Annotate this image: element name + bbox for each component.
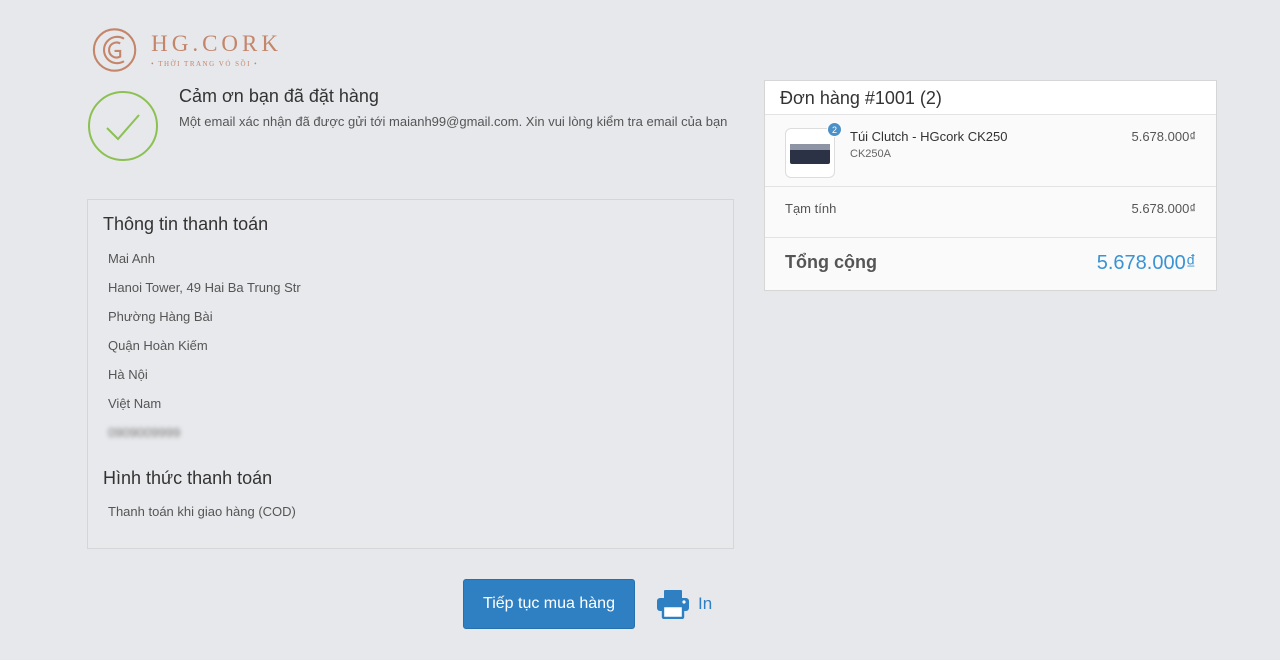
brand-logo[interactable]: HG.CORK • THỜI TRANG VỎ SỒI • [92, 26, 282, 74]
order-header: Đơn hàng #1001 (2) [765, 81, 1216, 115]
hg-logo-icon [92, 28, 137, 72]
subtotal-row: Tạm tính 5.678.000₫ [765, 187, 1216, 238]
order-summary-panel: Đơn hàng #1001 (2) 2 Túi Clutch - HGcork… [764, 80, 1217, 291]
print-label: In [698, 594, 713, 613]
clutch-bag-image [790, 144, 830, 164]
logo-name: HG.CORK [151, 31, 282, 56]
billing-phone: 0909009999 [108, 425, 181, 440]
billing-info-panel: Thông tin thanh toán Mai Anh Hanoi Tower… [87, 199, 734, 549]
order-title: Đơn hàng #1001 (2) [780, 88, 942, 108]
success-check-icon [88, 91, 158, 161]
subtotal-value: 5.678.000₫ [1131, 201, 1196, 216]
printer-icon [657, 590, 689, 619]
logo-tagline: • THỜI TRANG VỎ SỒI • [151, 60, 259, 68]
continue-shopping-button[interactable]: Tiếp tục mua hàng [463, 579, 635, 629]
payment-method-value: Thanh toán khi giao hàng (COD) [108, 504, 296, 519]
confirmation-message: Một email xác nhận đã được gửi tới maian… [179, 114, 728, 129]
total-label: Tổng cộng [785, 252, 877, 272]
billing-name: Mai Anh [108, 251, 155, 266]
thank-you-title: Cảm ơn bạn đã đặt hàng [179, 86, 379, 106]
product-name: Túi Clutch - HGcork CK250 [850, 129, 1008, 144]
product-thumbnail [785, 128, 835, 178]
subtotal-label: Tạm tính [785, 201, 837, 216]
order-item-row: 2 Túi Clutch - HGcork CK250 CK250A 5.678… [765, 115, 1216, 187]
product-variant: CK250A [850, 148, 891, 160]
payment-method-title: Hình thức thanh toán [103, 468, 273, 488]
billing-ward: Phường Hàng Bài [108, 309, 213, 324]
total-value: 5.678.000₫ [1096, 252, 1196, 274]
billing-district: Quận Hoàn Kiếm [108, 338, 208, 353]
print-link[interactable]: In [656, 588, 712, 620]
billing-info-title: Thông tin thanh toán [103, 214, 269, 234]
product-price: 5.678.000₫ [1131, 129, 1196, 144]
billing-city: Hà Nội [108, 367, 148, 382]
quantity-badge: 2 [827, 122, 842, 137]
billing-country: Việt Nam [108, 396, 162, 411]
billing-address: Hanoi Tower, 49 Hai Ba Trung Str [108, 280, 301, 295]
